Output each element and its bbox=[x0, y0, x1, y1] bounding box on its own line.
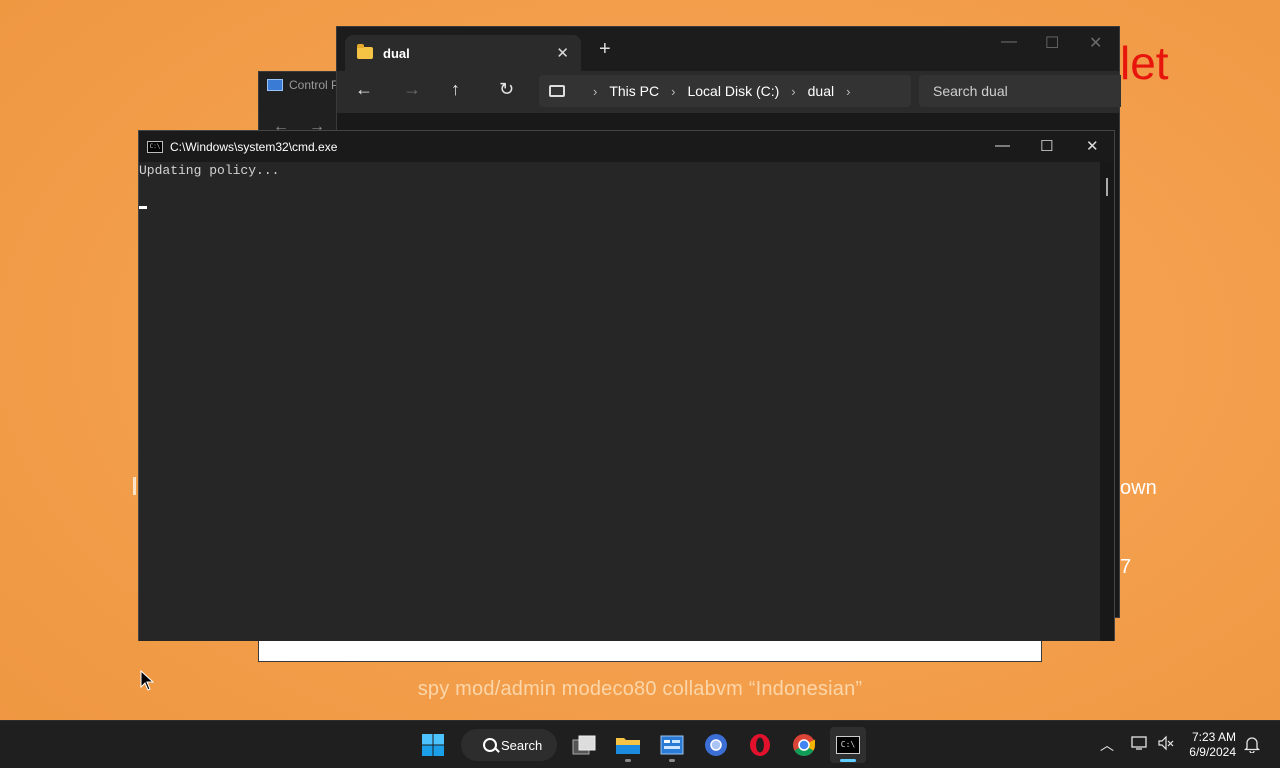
task-view-icon bbox=[572, 735, 596, 755]
cmd-icon: C:\ bbox=[836, 736, 860, 754]
new-tab-button[interactable]: + bbox=[599, 39, 611, 59]
active-indicator bbox=[840, 759, 856, 762]
taskbar: Search C:\ ︿ 7:23 AM 6/9/2024 bbox=[0, 720, 1280, 768]
control-panel-icon bbox=[267, 79, 283, 91]
clock-date: 6/9/2024 bbox=[1189, 745, 1236, 759]
this-pc-icon bbox=[549, 85, 565, 97]
chevron-right-icon[interactable]: › bbox=[846, 84, 850, 99]
running-indicator bbox=[625, 759, 631, 762]
control-panel-content bbox=[259, 639, 1041, 661]
text-cursor bbox=[139, 206, 147, 209]
chevron-right-icon[interactable]: › bbox=[791, 84, 795, 99]
network-icon[interactable] bbox=[1131, 735, 1149, 754]
cmd-icon: C:\ bbox=[147, 140, 163, 153]
close-tab-icon[interactable]: ✕ bbox=[556, 44, 569, 62]
chrome-button[interactable] bbox=[786, 727, 822, 763]
console-output[interactable]: Updating policy... bbox=[139, 162, 1100, 641]
forward-arrow-icon[interactable]: → bbox=[403, 79, 421, 100]
vertical-scrollbar[interactable] bbox=[1100, 162, 1114, 641]
minimize-button[interactable]: — bbox=[995, 137, 1010, 154]
volume-muted-icon[interactable] bbox=[1157, 735, 1175, 754]
back-arrow-icon[interactable]: ← bbox=[355, 79, 373, 100]
file-explorer-icon bbox=[616, 738, 640, 754]
scrollbar-thumb[interactable] bbox=[1106, 178, 1108, 196]
address-bar[interactable]: › This PC › Local Disk (C:) › dual › bbox=[539, 75, 911, 107]
explorer-tab-title: dual bbox=[383, 45, 410, 61]
search-input[interactable]: Search dual bbox=[919, 75, 1121, 107]
start-button[interactable] bbox=[415, 727, 451, 763]
wallpaper-text-7: 7 bbox=[1120, 556, 1132, 578]
explorer-tabbar: dual ✕ + — ☐ ✕ bbox=[337, 27, 1119, 71]
chevron-right-icon[interactable]: › bbox=[593, 84, 597, 99]
control-panel-titlebar[interactable]: Control P bbox=[267, 78, 339, 92]
system-clock[interactable]: 7:23 AM 6/9/2024 bbox=[1184, 730, 1236, 760]
chevron-up-icon[interactable]: ︿ bbox=[1100, 735, 1114, 755]
breadcrumb-local-disk[interactable]: Local Disk (C:) bbox=[687, 83, 779, 99]
close-icon[interactable]: ✕ bbox=[1089, 33, 1102, 53]
wallpaper-text-own: own bbox=[1120, 477, 1157, 499]
cmd-title: C:\Windows\system32\cmd.exe bbox=[170, 139, 338, 154]
console-line: Updating policy... bbox=[139, 163, 280, 178]
chrome-icon bbox=[793, 734, 815, 756]
chromium-button[interactable] bbox=[698, 727, 734, 763]
breadcrumb-dual[interactable]: dual bbox=[808, 83, 834, 99]
chevron-right-icon[interactable]: › bbox=[671, 84, 675, 99]
notification-bell-icon[interactable] bbox=[1243, 735, 1261, 756]
explorer-toolbar: ← → ↑ ↻ › This PC › Local Disk (C:) › du… bbox=[337, 71, 1121, 113]
refresh-icon[interactable]: ↻ bbox=[499, 79, 514, 100]
breadcrumb-this-pc[interactable]: This PC bbox=[609, 83, 659, 99]
control-panel-icon bbox=[660, 735, 684, 755]
wallpaper-caption: spy mod/admin modeco80 collabvm “Indones… bbox=[417, 678, 863, 700]
clock-time: 7:23 AM bbox=[1191, 730, 1236, 744]
control-panel-title: Control P bbox=[289, 78, 340, 92]
cmd-titlebar[interactable]: C:\ C:\Windows\system32\cmd.exe — ☐ ✕ bbox=[139, 131, 1114, 162]
taskbar-search-button[interactable]: Search bbox=[461, 729, 557, 761]
minimize-icon[interactable]: — bbox=[1001, 33, 1017, 51]
opera-button[interactable] bbox=[742, 727, 778, 763]
running-indicator bbox=[669, 759, 675, 762]
file-explorer-button[interactable] bbox=[610, 727, 646, 763]
cmd-taskbar-button[interactable]: C:\ bbox=[830, 727, 866, 763]
cmd-window[interactable]: C:\ C:\Windows\system32\cmd.exe — ☐ ✕ Up… bbox=[138, 130, 1115, 641]
wallpaper-red-text: let bbox=[1120, 37, 1169, 89]
folder-icon bbox=[357, 44, 373, 59]
explorer-tab-dual[interactable]: dual ✕ bbox=[345, 35, 581, 71]
opera-icon bbox=[750, 734, 770, 756]
wallpaper-bar bbox=[133, 477, 136, 495]
control-panel-taskbar-button[interactable] bbox=[654, 727, 690, 763]
maximize-icon[interactable]: ☐ bbox=[1045, 33, 1059, 53]
taskbar-search-label: Search bbox=[501, 737, 543, 753]
task-view-button[interactable] bbox=[566, 727, 602, 763]
chromium-icon bbox=[705, 734, 727, 756]
maximize-button[interactable]: ☐ bbox=[1040, 137, 1053, 155]
close-button[interactable]: ✕ bbox=[1086, 137, 1099, 155]
up-arrow-icon[interactable]: ↑ bbox=[451, 79, 460, 100]
windows-logo-icon bbox=[422, 734, 444, 756]
